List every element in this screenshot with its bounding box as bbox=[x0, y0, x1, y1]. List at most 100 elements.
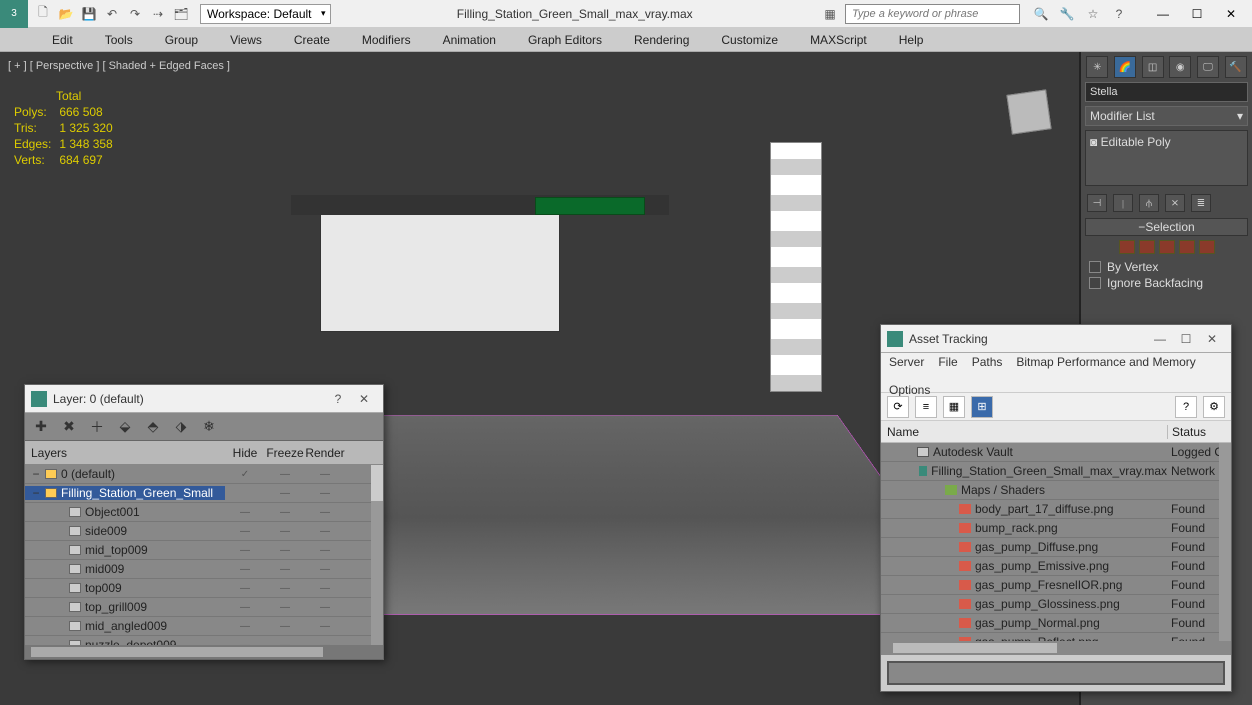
layer-hscrollbar[interactable] bbox=[25, 645, 383, 659]
list-view-icon[interactable]: ≡ bbox=[915, 396, 937, 418]
menu-views[interactable]: Views bbox=[214, 28, 278, 52]
ignore-backfacing-checkbox[interactable]: Ignore Backfacing bbox=[1085, 276, 1248, 290]
asset-row[interactable]: gas_pump_Diffuse.pngFound bbox=[881, 538, 1231, 557]
delete-layer-icon[interactable]: ✖ bbox=[59, 417, 79, 437]
asset-row[interactable]: Maps / Shaders bbox=[881, 481, 1231, 500]
viewcube[interactable] bbox=[1006, 89, 1051, 134]
asset-row[interactable]: Autodesk VaultLogged O bbox=[881, 443, 1231, 462]
layer-row[interactable]: mid_top009——— bbox=[25, 541, 383, 560]
element-subobj-icon[interactable] bbox=[1199, 240, 1215, 254]
layer-row[interactable]: side009——— bbox=[25, 522, 383, 541]
minimize-button[interactable]: — bbox=[1146, 1, 1180, 27]
select-child-icon[interactable]: ⬘ bbox=[143, 417, 163, 437]
layer-scrollbar[interactable] bbox=[371, 465, 383, 645]
asset-maximize-button[interactable]: ☐ bbox=[1173, 328, 1199, 350]
asset-menu-file[interactable]: File bbox=[938, 355, 957, 369]
asset-row[interactable]: gas_pump_FresnelIOR.pngFound bbox=[881, 576, 1231, 595]
viewport-label[interactable]: [ + ] [ Perspective ] [ Shaded + Edged F… bbox=[8, 60, 230, 72]
tree-view-icon[interactable]: ⊞ bbox=[971, 396, 993, 418]
show-end-icon[interactable]: ︱ bbox=[1113, 194, 1133, 212]
asset-menu-server[interactable]: Server bbox=[889, 355, 924, 369]
layer-row[interactable]: Object001——— bbox=[25, 503, 383, 522]
col-hide[interactable]: Hide bbox=[225, 446, 265, 460]
asset-status-bar[interactable] bbox=[887, 661, 1225, 685]
create-tab-icon[interactable]: ✳ bbox=[1086, 56, 1108, 78]
maximize-button[interactable]: ☐ bbox=[1180, 1, 1214, 27]
menu-maxscript[interactable]: MAXScript bbox=[794, 28, 883, 52]
add-icon[interactable]: ＋ bbox=[87, 417, 107, 437]
open-icon[interactable]: 📂 bbox=[55, 3, 77, 25]
refresh-icon[interactable]: ⟳ bbox=[887, 396, 909, 418]
asset-close-button[interactable]: ✕ bbox=[1199, 328, 1225, 350]
select-highlight-icon[interactable]: ⬙ bbox=[115, 417, 135, 437]
col-freeze[interactable]: Freeze bbox=[265, 446, 305, 460]
by-vertex-checkbox[interactable]: By Vertex bbox=[1085, 260, 1248, 274]
undo-icon[interactable]: ↶ bbox=[101, 3, 123, 25]
hide-layer-icon[interactable]: ⬗ bbox=[171, 417, 191, 437]
search-input[interactable]: Type a keyword or phrase bbox=[845, 4, 1020, 24]
search-go-icon[interactable]: 🔍 bbox=[1030, 3, 1052, 25]
menu-create[interactable]: Create bbox=[278, 28, 346, 52]
asset-row[interactable]: body_part_17_diffuse.pngFound bbox=[881, 500, 1231, 519]
vertex-subobj-icon[interactable] bbox=[1119, 240, 1135, 254]
menu-graph-editors[interactable]: Graph Editors bbox=[512, 28, 618, 52]
col-render[interactable]: Render bbox=[305, 446, 345, 460]
col-name[interactable]: Name bbox=[881, 425, 1167, 439]
menu-group[interactable]: Group bbox=[149, 28, 214, 52]
layer-list[interactable]: −0 (default)✓——−Filling_Station_Green_Sm… bbox=[25, 465, 383, 645]
modifier-stack[interactable]: ◙ Editable Poly bbox=[1085, 130, 1248, 186]
hierarchy-tab-icon[interactable]: ◫ bbox=[1142, 56, 1164, 78]
motion-tab-icon[interactable]: ◉ bbox=[1169, 56, 1191, 78]
help-icon[interactable]: ? bbox=[1108, 3, 1130, 25]
new-layer-icon[interactable]: ✚ bbox=[31, 417, 51, 437]
asset-row[interactable]: gas_pump_Emissive.pngFound bbox=[881, 557, 1231, 576]
modify-tab-icon[interactable]: 🌈 bbox=[1114, 56, 1136, 78]
asset-row[interactable]: Filling_Station_Green_Small_max_vray.max… bbox=[881, 462, 1231, 481]
asset-help-icon[interactable]: ? bbox=[1175, 396, 1197, 418]
layer-row[interactable]: top009——— bbox=[25, 579, 383, 598]
col-layers[interactable]: Layers bbox=[25, 446, 225, 460]
project-icon[interactable]: 🗂 bbox=[170, 3, 192, 25]
redo-icon[interactable]: ↷ bbox=[124, 3, 146, 25]
menu-edit[interactable]: Edit bbox=[36, 28, 89, 52]
selection-rollout-header[interactable]: − Selection bbox=[1085, 218, 1248, 236]
menu-animation[interactable]: Animation bbox=[427, 28, 512, 52]
layer-row[interactable]: −0 (default)✓—— bbox=[25, 465, 383, 484]
layer-help-button[interactable]: ? bbox=[325, 388, 351, 410]
layer-row[interactable]: top_grill009——— bbox=[25, 598, 383, 617]
asset-menu-paths[interactable]: Paths bbox=[972, 355, 1003, 369]
key-icon[interactable]: 🔧 bbox=[1056, 3, 1078, 25]
polygon-subobj-icon[interactable] bbox=[1179, 240, 1195, 254]
col-status[interactable]: Status bbox=[1167, 425, 1231, 439]
configure-icon[interactable]: ≣ bbox=[1191, 194, 1211, 212]
border-subobj-icon[interactable] bbox=[1159, 240, 1175, 254]
asset-menu-bitmap-performance-and-memory[interactable]: Bitmap Performance and Memory bbox=[1016, 355, 1195, 369]
asset-row[interactable]: bump_rack.pngFound bbox=[881, 519, 1231, 538]
display-tab-icon[interactable]: 🖵 bbox=[1197, 56, 1219, 78]
asset-scrollbar[interactable] bbox=[1219, 443, 1231, 641]
menu-modifiers[interactable]: Modifiers bbox=[346, 28, 427, 52]
modifier-list-dropdown[interactable]: Modifier List▾ bbox=[1085, 106, 1248, 126]
infocenter-icon[interactable]: ▦ bbox=[819, 3, 841, 25]
asset-list[interactable]: Autodesk VaultLogged OFilling_Station_Gr… bbox=[881, 443, 1231, 641]
asset-minimize-button[interactable]: — bbox=[1147, 328, 1173, 350]
layer-row[interactable]: nuzzle_depot009——— bbox=[25, 636, 383, 645]
asset-row[interactable]: gas_pump_Glossiness.pngFound bbox=[881, 595, 1231, 614]
asset-hscrollbar[interactable] bbox=[881, 641, 1231, 655]
asset-row[interactable]: gas_pump_Reflect.pngFound bbox=[881, 633, 1231, 641]
edge-subobj-icon[interactable] bbox=[1139, 240, 1155, 254]
asset-options-icon[interactable]: ⚙ bbox=[1203, 396, 1225, 418]
menu-customize[interactable]: Customize bbox=[705, 28, 794, 52]
menu-tools[interactable]: Tools bbox=[89, 28, 149, 52]
layer-row[interactable]: mid_angled009——— bbox=[25, 617, 383, 636]
menu-help[interactable]: Help bbox=[883, 28, 940, 52]
layer-row[interactable]: −Filling_Station_Green_Small—— bbox=[25, 484, 383, 503]
unique-icon[interactable]: ⫛ bbox=[1139, 194, 1159, 212]
save-icon[interactable]: 💾 bbox=[78, 3, 100, 25]
asset-row[interactable]: gas_pump_Normal.pngFound bbox=[881, 614, 1231, 633]
layer-close-button[interactable]: ✕ bbox=[351, 388, 377, 410]
link-icon[interactable]: ⇢ bbox=[147, 3, 169, 25]
freeze-layer-icon[interactable]: ❄ bbox=[199, 417, 219, 437]
app-icon[interactable]: 3 bbox=[0, 0, 28, 28]
workspace-dropdown[interactable]: Workspace: Default bbox=[200, 4, 331, 24]
